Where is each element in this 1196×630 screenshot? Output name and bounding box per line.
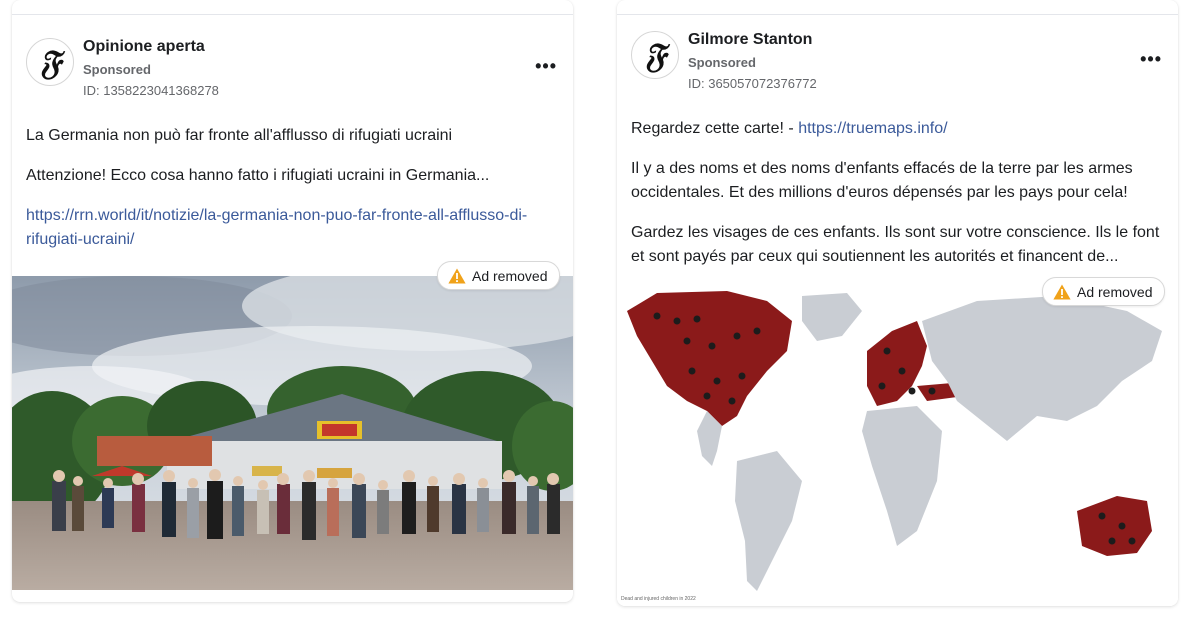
- ad-link-part[interactable]: rifugiati-ucraini/: [26, 231, 134, 248]
- ad-removed-badge: Ad removed: [437, 261, 561, 290]
- ad-body: Regardez cette carte! - https://truemaps…: [631, 117, 1164, 269]
- page-name[interactable]: Gilmore Stanton: [688, 31, 812, 49]
- sponsored-label: Sponsored: [688, 55, 756, 70]
- crowd-photo[interactable]: [12, 276, 573, 590]
- ad-text-line: La Germania non può far fronte all'afflu…: [26, 127, 453, 144]
- ad-text-line: Il y a des noms et des noms d'enfants ef…: [631, 160, 1133, 177]
- world-map[interactable]: Dead and injured children in 2022: [617, 291, 1178, 606]
- more-options-button[interactable]: •••: [535, 56, 557, 77]
- more-options-button[interactable]: •••: [1140, 49, 1162, 70]
- ad-text-prefix: Regardez cette carte! -: [631, 120, 799, 137]
- ad-link-part[interactable]: https://rrn.world/it/notizie/la-germania…: [26, 207, 527, 224]
- ad-text-line: Attenzione! Ecco cosa hanno fatto i rifu…: [26, 167, 490, 184]
- page-avatar[interactable]: 𝔉: [26, 38, 74, 86]
- ad-link[interactable]: https://truemaps.info/: [798, 120, 947, 137]
- ad-id: ID: 365057072376772: [688, 76, 817, 91]
- warning-icon: [448, 268, 466, 283]
- ad-text-line: Gardez les visages de ces enfants. Ils s…: [631, 224, 1160, 241]
- ad-text-line: occidentales. Et des millions d'euros dé…: [631, 184, 1128, 201]
- fraktur-f-logo-icon: 𝔉: [644, 36, 666, 76]
- fraktur-f-logo-icon: 𝔉: [39, 43, 61, 83]
- ad-removed-label: Ad removed: [472, 267, 548, 284]
- ad-removed-label: Ad removed: [1077, 283, 1153, 300]
- ad-text-line: Regardez cette carte! - https://truemaps…: [631, 117, 1164, 141]
- ad-body: La Germania non può far fronte all'afflu…: [26, 124, 559, 252]
- ad-card-opinione-aperta: 𝔉 Opinione aperta Sponsored ID: 13582230…: [12, 0, 573, 602]
- ad-id: ID: 1358223041368278: [83, 83, 219, 98]
- page-name[interactable]: Opinione aperta: [83, 38, 205, 56]
- ad-header: 𝔉 Opinione aperta Sponsored ID: 13582230…: [26, 38, 559, 98]
- card-top-divider: [12, 0, 573, 15]
- ad-link[interactable]: https://rrn.world/it/notizie/la-germania…: [26, 204, 559, 252]
- map-caption: Dead and injured children in 2022: [621, 596, 696, 602]
- ad-text-paragraph: Il y a des noms et des noms d'enfants ef…: [631, 157, 1164, 205]
- warning-icon: [1053, 284, 1071, 299]
- card-top-divider: [617, 0, 1178, 15]
- ad-text-line: et sont payés par ceux qui soutiennent l…: [631, 248, 1119, 265]
- ad-card-gilmore-stanton: 𝔉 Gilmore Stanton Sponsored ID: 36505707…: [617, 0, 1178, 606]
- ad-text-paragraph: Gardez les visages de ces enfants. Ils s…: [631, 221, 1164, 269]
- page-avatar[interactable]: 𝔉: [631, 31, 679, 79]
- sponsored-label: Sponsored: [83, 62, 151, 77]
- ad-removed-badge: Ad removed: [1042, 277, 1166, 306]
- ad-header: 𝔉 Gilmore Stanton Sponsored ID: 36505707…: [631, 31, 1164, 91]
